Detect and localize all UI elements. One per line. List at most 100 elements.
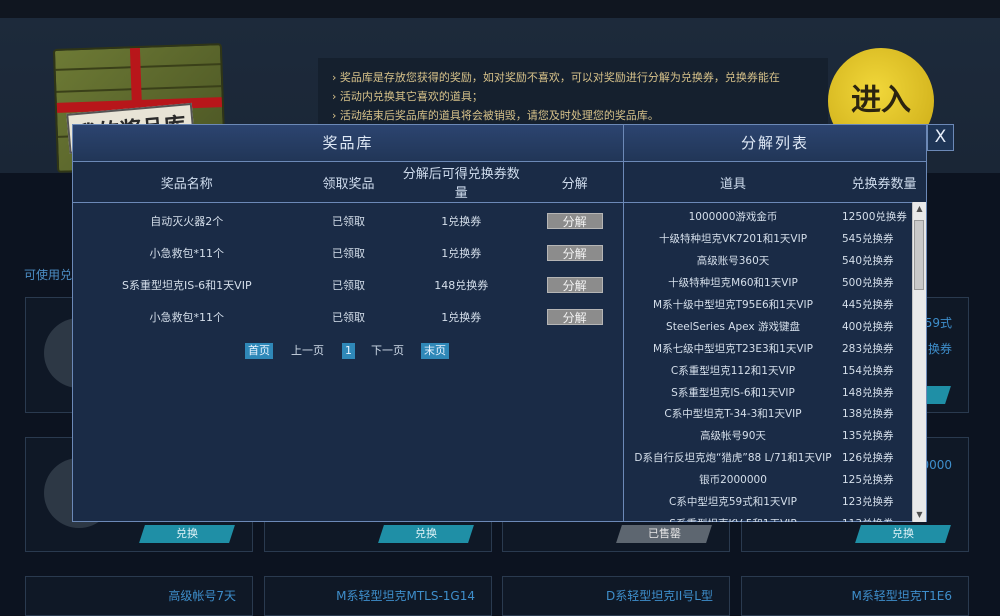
exchange-button[interactable]: 兑换 bbox=[139, 525, 235, 543]
exchange-item-qty: 283兑换券 bbox=[842, 342, 894, 355]
usable-label: 可使用兑 bbox=[24, 268, 73, 282]
header-qty: 兑换券数量 bbox=[851, 176, 917, 192]
prev-page-link[interactable]: 上一页 bbox=[291, 343, 324, 359]
claim-status: 已领取 bbox=[332, 311, 365, 324]
intro-line: 奖品库是存放您获得的奖励，如对奖励不喜欢，可以对奖励进行分解为兑换券，兑换券能在 bbox=[332, 68, 814, 87]
next-page-link[interactable]: 下一页 bbox=[371, 343, 404, 359]
list-item: 十级特种坦克VK7201和1天VIP 545兑换券 bbox=[624, 228, 926, 250]
list-item: S系重型坦克IS-6和1天VIP 148兑换券 bbox=[624, 381, 926, 403]
prize-library-title: 奖品库 bbox=[73, 125, 623, 162]
exchange-item-name: C系中型坦克59式和1天VIP bbox=[669, 496, 797, 509]
prize-table-header: 奖品名称 领取奖品 分解后可得兑换券数量 分解 bbox=[73, 162, 623, 203]
exchange-item-qty: 113兑换券 bbox=[842, 516, 910, 522]
scrollbar-thumb[interactable] bbox=[914, 220, 924, 290]
decompose-list-title: 分解列表 bbox=[624, 125, 926, 162]
scrollbar[interactable]: ▲ ▼ bbox=[912, 202, 926, 522]
list-item: C系中型坦克T-34-3和1天VIP 138兑换券 bbox=[624, 403, 926, 425]
top-band bbox=[0, 0, 1000, 18]
exchange-item-qty: 126兑换券 bbox=[842, 452, 894, 465]
exchange-item-name: 十级特种坦克VK7201和1天VIP bbox=[658, 233, 808, 246]
card-title: M系轻型坦克MTLS-1G14 bbox=[336, 589, 475, 603]
prize-list: 自动灭火器2个 已领取 1兑换券 分解 小急救包*11个 已领取 1兑换券 分解… bbox=[73, 203, 623, 333]
exchange-button[interactable]: 兑换 bbox=[855, 525, 951, 543]
exchange-button[interactable]: 兑换 bbox=[378, 525, 474, 543]
exchange-item-qty: 125兑换券 bbox=[842, 474, 894, 487]
last-page-link[interactable]: 末页 bbox=[421, 343, 449, 359]
decompose-button[interactable]: 分解 bbox=[546, 213, 603, 229]
reward-card: 高级帐号7天 bbox=[25, 576, 253, 616]
exchange-item-name: M系七级中型坦克T23E3和1天VIP bbox=[653, 342, 813, 355]
exchange-item-qty: 500兑换券 bbox=[842, 277, 894, 290]
card-title: M系轻型坦克T1E6 bbox=[851, 589, 952, 603]
table-row: S系重型坦克IS-6和1天VIP 已领取 148兑换券 分解 bbox=[73, 269, 623, 301]
header-count: 分解后可得兑换券数量 bbox=[402, 167, 520, 201]
prize-library-modal: 奖品库 奖品名称 领取奖品 分解后可得兑换券数量 分解 自动灭火器2个 已领取 … bbox=[72, 124, 927, 522]
list-item: 十级特种坦克M60和1天VIP 500兑换券 bbox=[624, 272, 926, 294]
exchange-item-name: C系中型坦克T-34-3和1天VIP bbox=[664, 408, 802, 421]
exchange-list[interactable]: 1000000游戏金币 12500兑换券十级特种坦克VK7201和1天VIP 545… bbox=[624, 202, 926, 522]
claim-status: 已领取 bbox=[332, 215, 365, 228]
exchange-item-name: 银币2000000 bbox=[699, 474, 767, 487]
first-page-link[interactable]: 首页 bbox=[245, 343, 273, 359]
header-claim: 领取奖品 bbox=[322, 176, 375, 192]
ticket-count: 1兑换券 bbox=[441, 247, 482, 260]
decompose-list-pane: 分解列表 道具 兑换券数量 1000000游戏金币 12500兑换券十级特种坦克V… bbox=[624, 125, 926, 522]
table-row: 小急救包*11个 已领取 1兑换券 分解 bbox=[73, 301, 623, 333]
exchange-item-qty: 12500兑换券 bbox=[842, 211, 907, 224]
intro-line: 活动内兑换其它喜欢的道具； bbox=[332, 87, 814, 106]
exchange-item-qty: 400兑换券 bbox=[842, 320, 894, 333]
decompose-button[interactable]: 分解 bbox=[546, 277, 603, 293]
card-title: D系轻型坦克II号L型 bbox=[605, 589, 713, 603]
reward-card: M系轻型坦克T1E6 bbox=[741, 576, 969, 616]
exchange-item-qty: 148兑换券 bbox=[842, 386, 894, 399]
exchange-item-name: 1000000游戏金币 bbox=[688, 211, 778, 224]
list-item: C系中型坦克59式和1天VIP 123兑换券 bbox=[624, 491, 926, 513]
exchange-item-qty: 545兑换券 bbox=[842, 233, 894, 246]
current-page[interactable]: 1 bbox=[342, 343, 355, 359]
intro-text: 奖品库是存放您获得的奖励，如对奖励不喜欢，可以对奖励进行分解为兑换券，兑换券能在… bbox=[318, 58, 828, 134]
scroll-up-icon[interactable]: ▲ bbox=[913, 202, 926, 216]
prize-library-pane: 奖品库 奖品名称 领取奖品 分解后可得兑换券数量 分解 自动灭火器2个 已领取 … bbox=[73, 125, 624, 521]
intro-line: 活动结束后奖品库的道具将会被销毁，请您及时处理您的奖品库。 bbox=[332, 106, 814, 125]
reward-card: D系轻型坦克II号L型 bbox=[502, 576, 730, 616]
exchange-item-name: 十级特种坦克M60和1天VIP bbox=[668, 277, 798, 290]
list-item: C系重型坦克112和1天VIP 154兑换券 bbox=[624, 359, 926, 381]
reward-card: M系轻型坦克MTLS-1G14 bbox=[264, 576, 492, 616]
exchange-item-qty: 123兑换券 bbox=[842, 496, 894, 509]
exchange-item-qty: 154兑换券 bbox=[842, 364, 894, 377]
prize-name: 小急救包*11个 bbox=[149, 247, 225, 260]
prize-name: S系重型坦克IS-6和1天VIP bbox=[122, 279, 252, 292]
ticket-count: 148兑换券 bbox=[434, 279, 489, 292]
claim-status: 已领取 bbox=[332, 247, 365, 260]
exchange-item-qty: 138兑换券 bbox=[842, 408, 894, 421]
exchange-item-name: C系重型坦克112和1天VIP bbox=[670, 364, 796, 377]
exchange-item-name: S系重型坦克KV-5和1天VIP bbox=[624, 516, 842, 522]
prize-name: 自动灭火器2个 bbox=[150, 215, 224, 228]
header-prize-name: 奖品名称 bbox=[160, 176, 213, 192]
close-button[interactable]: X bbox=[927, 124, 954, 151]
card-title: 59式 bbox=[924, 316, 952, 330]
exchange-item-qty: 540兑换券 bbox=[842, 255, 894, 268]
claim-status: 已领取 bbox=[332, 279, 365, 292]
card-subtitle: 换券 bbox=[927, 342, 952, 356]
exchange-item-name: S系重型坦克IS-6和1天VIP bbox=[671, 386, 795, 399]
list-item: 高级帐号90天 135兑换券 bbox=[624, 425, 926, 447]
list-item: 高级账号360天 540兑换券 bbox=[624, 250, 926, 272]
decompose-button[interactable]: 分解 bbox=[546, 245, 603, 261]
list-item: D系自行反坦克炮“猎虎”88 L/71和1天VIP 126兑换券 bbox=[624, 447, 926, 469]
header-action: 分解 bbox=[561, 176, 588, 192]
table-row: 自动灭火器2个 已领取 1兑换券 分解 bbox=[73, 205, 623, 237]
exchange-item-qty: 135兑换券 bbox=[842, 430, 894, 443]
ticket-count: 1兑换券 bbox=[441, 311, 482, 324]
header-item: 道具 bbox=[719, 176, 746, 192]
scroll-down-icon[interactable]: ▼ bbox=[913, 508, 926, 522]
decompose-button[interactable]: 分解 bbox=[546, 309, 603, 325]
exchange-item-name: M系十级中型坦克T95E6和1天VIP bbox=[653, 299, 813, 311]
list-item: S系重型坦克KV-5和1天VIP113兑换券 bbox=[624, 512, 926, 522]
list-item: M系七级中型坦克T23E3和1天VIP 283兑换券 bbox=[624, 337, 926, 359]
ticket-count: 1兑换券 bbox=[441, 215, 482, 228]
exchange-table-header: 道具 兑换券数量 bbox=[624, 162, 926, 203]
sold-out-button: 已售罄 bbox=[616, 525, 712, 543]
exchange-item-name: SteelSeries Apex 游戏键盘 bbox=[666, 320, 800, 333]
pagination: 首页 上一页 1 下一页 末页 bbox=[73, 343, 624, 361]
